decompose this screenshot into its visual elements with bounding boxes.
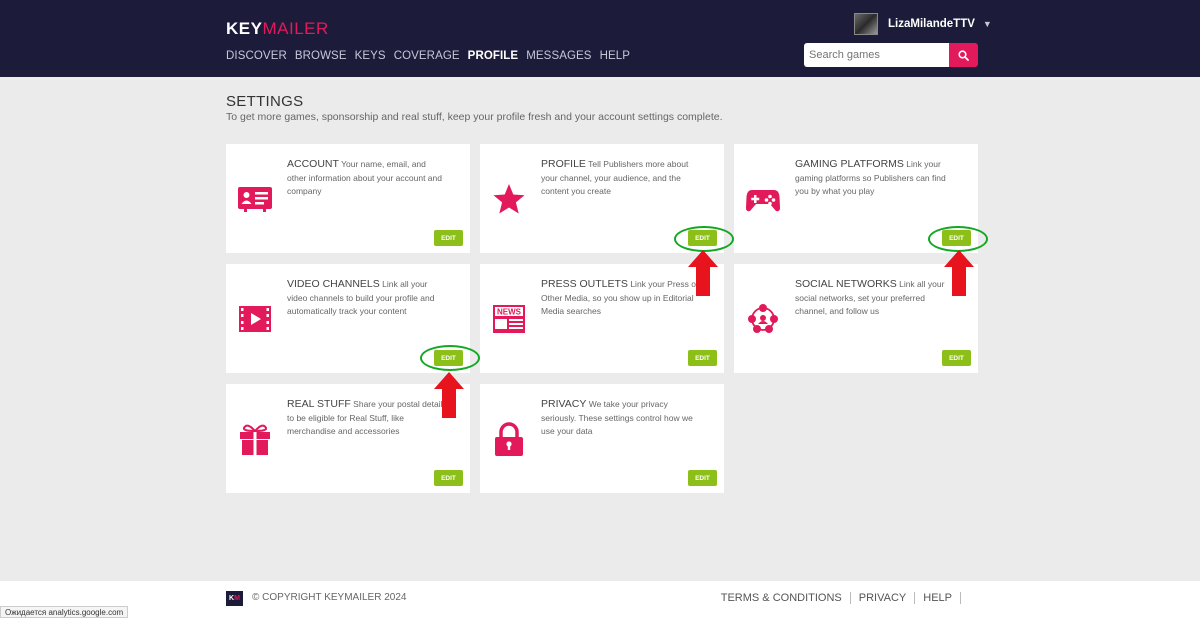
card-text: REAL STUFF Share your postal details to …: [287, 398, 447, 436]
card-text: PRESS OUTLETS Link your Press or Other M…: [541, 278, 699, 316]
card-text: GAMING PLATFORMS Link your gaming platfo…: [795, 158, 946, 196]
main-nav: DISCOVER BROWSE KEYS COVERAGE PROFILE ME…: [226, 50, 638, 62]
nav-keys[interactable]: KEYS: [355, 50, 386, 62]
highlight-circle: [674, 226, 734, 252]
user-menu[interactable]: LizaMilandeTTV ▼: [854, 13, 992, 35]
edit-press-outlets-button[interactable]: EDIT: [688, 350, 717, 366]
page-title: SETTINGS: [226, 93, 304, 110]
up-arrow-icon: [434, 372, 464, 418]
star-icon: [493, 184, 525, 214]
edit-social-networks-button[interactable]: EDIT: [942, 350, 971, 366]
page-subtitle: To get more games, sponsorship and real …: [226, 111, 723, 123]
caret-down-icon: ▼: [982, 19, 992, 29]
browser-status-bar: Ожидается analytics.google.com: [0, 606, 129, 618]
id-card-icon: [238, 187, 272, 212]
copyright: © COPYRIGHT KEYMAILER 2024: [252, 592, 407, 603]
gift-icon: [240, 424, 270, 455]
nav-browse[interactable]: BROWSE: [295, 50, 347, 62]
gamepad-icon: [746, 190, 780, 212]
search-input[interactable]: [804, 43, 949, 67]
footer-link-privacy[interactable]: PRIVACY: [851, 592, 916, 604]
edit-privacy-button[interactable]: EDIT: [688, 470, 717, 486]
settings-card-account: ACCOUNT Your name, email, and other info…: [226, 144, 470, 253]
search-button[interactable]: [949, 43, 978, 67]
nav-help[interactable]: HELP: [600, 50, 630, 62]
highlight-circle: [928, 226, 988, 252]
edit-real-stuff-button[interactable]: EDIT: [434, 470, 463, 486]
newspaper-icon: NEWS: [493, 305, 525, 333]
card-text: ACCOUNT Your name, email, and other info…: [287, 158, 442, 196]
edit-account-button[interactable]: EDIT: [434, 230, 463, 246]
highlight-circle: [420, 345, 480, 371]
footer-link-help[interactable]: HELP: [915, 592, 961, 604]
search-icon: [958, 49, 969, 61]
up-arrow-icon: [688, 250, 718, 296]
up-arrow-icon: [944, 250, 974, 296]
nav-discover[interactable]: DISCOVER: [226, 50, 287, 62]
card-text: SOCIAL NETWORKS Link all your social net…: [795, 278, 945, 316]
card-text: PRIVACY We take your privacy seriously. …: [541, 398, 693, 436]
video-icon: [239, 306, 271, 332]
nav-messages[interactable]: MESSAGES: [526, 50, 591, 62]
footer-links: TERMS & CONDITIONS PRIVACY HELP: [721, 592, 961, 604]
footer-logo[interactable]: KM: [226, 591, 243, 606]
username: LizaMilandeTTV: [888, 18, 975, 30]
keymailer-logo[interactable]: KEYMAILER: [226, 19, 329, 39]
lock-icon: [495, 422, 523, 456]
card-text: VIDEO CHANNELS Link all your video chann…: [287, 278, 435, 316]
settings-card-social-networks: SOCIAL NETWORKS Link all your social net…: [734, 264, 978, 373]
top-header: KEYMAILER DISCOVER BROWSE KEYS COVERAGE …: [0, 0, 1200, 77]
footer: KM © COPYRIGHT KEYMAILER 2024 TERMS & CO…: [0, 581, 1200, 618]
svg-text:NEWS: NEWS: [497, 308, 522, 317]
avatar: [854, 13, 878, 35]
social-network-icon: [748, 304, 778, 333]
settings-card-privacy: PRIVACY We take your privacy seriously. …: [480, 384, 724, 493]
nav-profile[interactable]: PROFILE: [468, 50, 519, 62]
nav-coverage[interactable]: COVERAGE: [394, 50, 460, 62]
card-text: PROFILE Tell Publishers more about your …: [541, 158, 689, 196]
footer-link-terms[interactable]: TERMS & CONDITIONS: [721, 592, 851, 604]
